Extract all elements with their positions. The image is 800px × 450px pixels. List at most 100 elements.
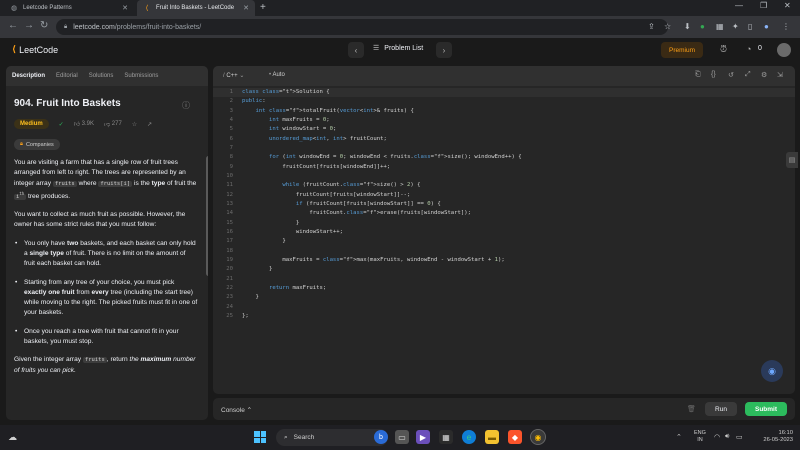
code-line[interactable]: 23 } [213,293,795,302]
code-line[interactable]: 2 public: [213,97,795,106]
file-explorer-icon[interactable]: ▬ [485,430,499,444]
profile-icon[interactable]: ● [764,22,769,31]
bing-icon[interactable]: b [374,430,388,444]
code-line[interactable]: 8 for (int windowEnd = 0; windowEnd < fr… [213,153,795,162]
run-button[interactable]: Run [705,402,737,416]
code-line[interactable]: 21 [213,275,795,284]
maximize-icon[interactable]: ❐ [760,1,767,10]
chat-bubble-icon[interactable]: ◉ [761,360,783,382]
code-line[interactable]: 24 [213,303,795,312]
tray-chevron-up-icon[interactable]: ⌃ [676,433,682,441]
share-icon[interactable]: ⇪ [648,22,655,31]
coin-drop-icon[interactable]: ◔ [746,44,751,54]
share-icon[interactable]: ↗ [147,121,152,128]
code-line[interactable]: 9 fruitCount[fruits[windowEnd]]++; [213,163,795,172]
like-button[interactable]: 👍︎ 3.9K [74,120,94,128]
leetcode-logo[interactable]: ⟨ LeetCode [12,44,58,55]
premium-button[interactable]: Premium [661,42,703,58]
line-number: 24 [226,303,233,310]
tab-editorial[interactable]: Editorial [56,73,78,79]
code-line[interactable]: 15 } [213,219,795,228]
close-icon[interactable]: ✕ [122,4,128,12]
dislike-button[interactable]: 👎︎ 277 [104,120,122,128]
expand-icon[interactable]: ⇲ [777,71,783,79]
problem-list-button[interactable]: ☰ Problem List [373,44,423,53]
reset-icon[interactable]: ↺ [728,71,734,79]
tab-description[interactable]: Description [12,73,45,79]
submit-button[interactable]: Submit [745,402,787,416]
code-line[interactable]: 10 [213,172,795,181]
code-line[interactable]: 19 maxFruits = class="f">max(maxFruits, … [213,256,795,265]
edge-icon[interactable]: e [462,430,476,444]
avatar[interactable] [777,43,791,57]
reload-icon[interactable]: ↻ [40,20,48,31]
notes-side-tab[interactable]: ▤ [786,152,798,168]
code-line[interactable]: 17 } [213,237,795,246]
extensions-puzzle-icon[interactable]: ✦ [732,22,739,31]
code-line[interactable]: 6 unordered_map<int, int> fruitCount; [213,135,795,144]
bookmark-icon[interactable]: ⎗ [695,71,701,79]
code-line[interactable]: 16 windowStart++; [213,228,795,237]
forward-icon[interactable]: → [24,20,34,31]
code-line[interactable]: 14 fruitCount.class="f">erase(fruits[win… [213,209,795,218]
info-icon[interactable]: ⓘ [182,100,190,111]
code-line[interactable]: 4 int maxFruits = 0; [213,116,795,125]
code-line[interactable]: 5 int windowStart = 0; [213,125,795,134]
line-number: 15 [226,219,233,226]
clock-time: 16:10 [778,430,793,436]
system-clock[interactable]: 16:10 26-05-2023 [745,430,793,444]
extension-download-icon[interactable]: ⬇ [684,22,691,31]
brave-icon[interactable]: ◆ [508,430,522,444]
format-braces-icon[interactable]: {} [711,71,716,78]
console-toggle[interactable]: Console ⌃ [221,406,252,414]
wifi-icon[interactable]: ◠ [714,433,720,441]
new-tab-icon[interactable]: + [260,2,266,13]
browser-tab-leetcode-patterns[interactable]: ◍ Leetcode Patterns ✕ [4,0,134,16]
start-button[interactable] [254,431,266,443]
alarm-clock-icon[interactable]: ⏰︎ [720,44,727,55]
favorite-star-icon[interactable]: ☆ [132,121,137,128]
code-line[interactable]: 11 while (fruitCount.class="f">size() > … [213,181,795,190]
teams-chat-icon[interactable]: ▶ [416,430,430,444]
tab-solutions[interactable]: Solutions [89,73,114,79]
volume-icon[interactable]: 🔊︎ [725,433,729,441]
address-bar[interactable]: 🔒︎ leetcode.com/problems/fruit-into-bask… [56,19,668,35]
code-line[interactable]: 18 [213,247,795,256]
bookmark-star-icon[interactable]: ☆ [664,22,671,31]
code-line[interactable]: 13 if (fruitCount[fruits[windowStart]] =… [213,200,795,209]
prev-problem-button[interactable]: ‹ [348,42,364,58]
weather-icon[interactable]: ☁ [8,432,17,443]
taskbar-search[interactable]: ⌕ Search [276,429,388,446]
code-line[interactable]: 1 class class="t">Solution { [213,88,795,97]
code-line[interactable]: 12 fruitCount[fruits[windowStart]]--; [213,191,795,200]
problem-description: You are visiting a farm that has a singl… [14,158,198,384]
code-line[interactable]: 3 int class="f">totalFruit(vector<int>& … [213,107,795,116]
code-line[interactable]: 25}; [213,312,795,321]
companies-tag[interactable]: 🔒︎ Companies [14,139,60,150]
browser-menu-icon[interactable]: ⋮ [782,22,790,31]
code-line[interactable]: 22 return maxFruits; [213,284,795,293]
window-close-icon[interactable]: ✕ [784,1,791,10]
chrome-icon[interactable]: ◉ [530,429,546,445]
battery-icon[interactable]: ▭ [736,433,743,441]
code-line[interactable]: 20 } [213,265,795,274]
back-icon[interactable]: ← [8,20,18,31]
tab-submissions[interactable]: Submissions [124,73,158,79]
extension-leaf-icon[interactable]: ● [700,22,705,31]
input-language-indicator[interactable]: ENG IN [694,430,706,444]
side-panel-icon[interactable]: ▯ [748,22,752,31]
language-selector[interactable]: / C++ ⌄ [223,72,244,79]
extension-grid-icon[interactable]: ▦ [716,22,724,31]
description-scrollbar[interactable] [206,156,208,276]
settings-gear-icon[interactable]: ⚙ [761,71,767,79]
close-icon[interactable]: ✕ [243,4,249,12]
minimize-icon[interactable]: — [735,1,743,10]
trash-icon[interactable]: 🗑︎ [687,405,696,413]
code-line[interactable]: 7 [213,144,795,153]
browser-tab-fruit-into-baskets[interactable]: ⟨ Fruit Into Baskets - LeetCode ✕ [137,0,255,16]
fullscreen-icon[interactable]: ⤢ [745,71,751,79]
autocomplete-toggle[interactable]: • Auto [269,72,285,78]
task-view-icon[interactable]: ▭ [395,430,409,444]
widgets-icon[interactable]: ▦ [439,430,453,444]
next-problem-button[interactable]: › [436,42,452,58]
